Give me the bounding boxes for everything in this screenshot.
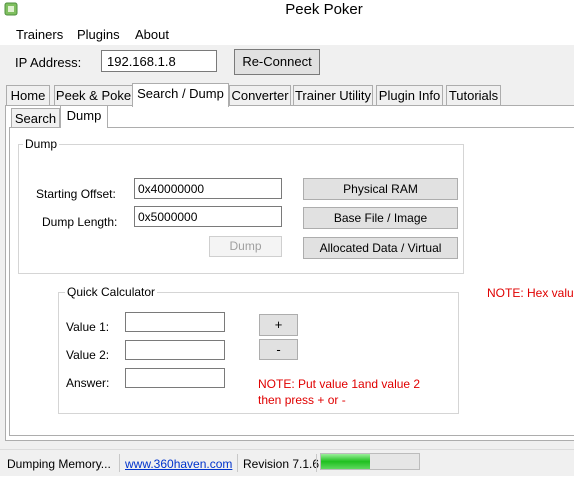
quick-calculator-title: Quick Calculator [65, 285, 158, 299]
plus-button[interactable]: + [259, 314, 298, 336]
value1-label: Value 1: [66, 320, 110, 334]
hex-note: NOTE: Hex valu [487, 286, 574, 300]
dump-button[interactable]: Dump [209, 236, 282, 257]
reconnect-button[interactable]: Re-Connect [234, 49, 320, 75]
calculator-note-line1: NOTE: Put value 1and value 2 [258, 377, 421, 391]
status-bar: Dumping Memory... www.360haven.com Revis… [0, 449, 574, 475]
answer-input[interactable] [125, 368, 225, 388]
ip-address-input[interactable] [101, 50, 217, 72]
physical-ram-button[interactable]: Physical RAM [303, 178, 458, 200]
status-separator [237, 454, 238, 472]
tab-tutorials[interactable]: Tutorials [446, 85, 501, 106]
tab-search-dump[interactable]: Search / Dump [132, 83, 229, 107]
progress-fill [321, 454, 370, 469]
tab-plugin-info[interactable]: Plugin Info [376, 85, 443, 106]
menu-trainers[interactable]: Trainers [16, 27, 63, 42]
window-title: Peek Poker [285, 1, 363, 18]
answer-label: Answer: [66, 376, 110, 390]
website-link[interactable]: www.360haven.com [125, 457, 232, 471]
base-file-image-button[interactable]: Base File / Image [303, 207, 458, 229]
status-message: Dumping Memory... [7, 457, 111, 471]
menu-about[interactable]: About [135, 27, 169, 42]
menu-bar: Trainers Plugins About [0, 22, 574, 45]
app-window: Peek Poker Trainers Plugins About IP Add… [0, 0, 574, 485]
value2-label: Value 2: [66, 348, 110, 362]
value1-input[interactable] [125, 312, 225, 332]
starting-offset-input[interactable] [134, 178, 282, 199]
tab-trainer-utility[interactable]: Trainer Utility [293, 85, 373, 106]
revision-label: Revision 7.1.6 [243, 457, 320, 471]
allocated-data-virtual-button[interactable]: Allocated Data / Virtual [303, 237, 458, 259]
tab-converter[interactable]: Converter [229, 85, 291, 106]
subtab-dump[interactable]: Dump [60, 105, 108, 128]
dump-length-input[interactable] [134, 206, 282, 227]
dump-progress-bar [320, 453, 420, 470]
value2-input[interactable] [125, 340, 225, 360]
subtab-search[interactable]: Search [11, 108, 60, 128]
starting-offset-label: Starting Offset: [36, 187, 116, 201]
dump-length-label: Dump Length: [42, 215, 118, 229]
minus-button[interactable]: - [259, 339, 298, 360]
calculator-note-line2: then press + or - [258, 393, 346, 407]
tab-home[interactable]: Home [6, 85, 50, 106]
title-bar: Peek Poker [0, 0, 574, 22]
status-separator [316, 454, 317, 472]
dump-group-title: Dump [23, 137, 60, 151]
ip-address-label: IP Address: [15, 55, 82, 70]
bottom-strip [0, 476, 574, 485]
status-separator [119, 454, 120, 472]
tab-peek-poke[interactable]: Peek & Poke [54, 85, 133, 106]
menu-plugins[interactable]: Plugins [77, 27, 120, 42]
